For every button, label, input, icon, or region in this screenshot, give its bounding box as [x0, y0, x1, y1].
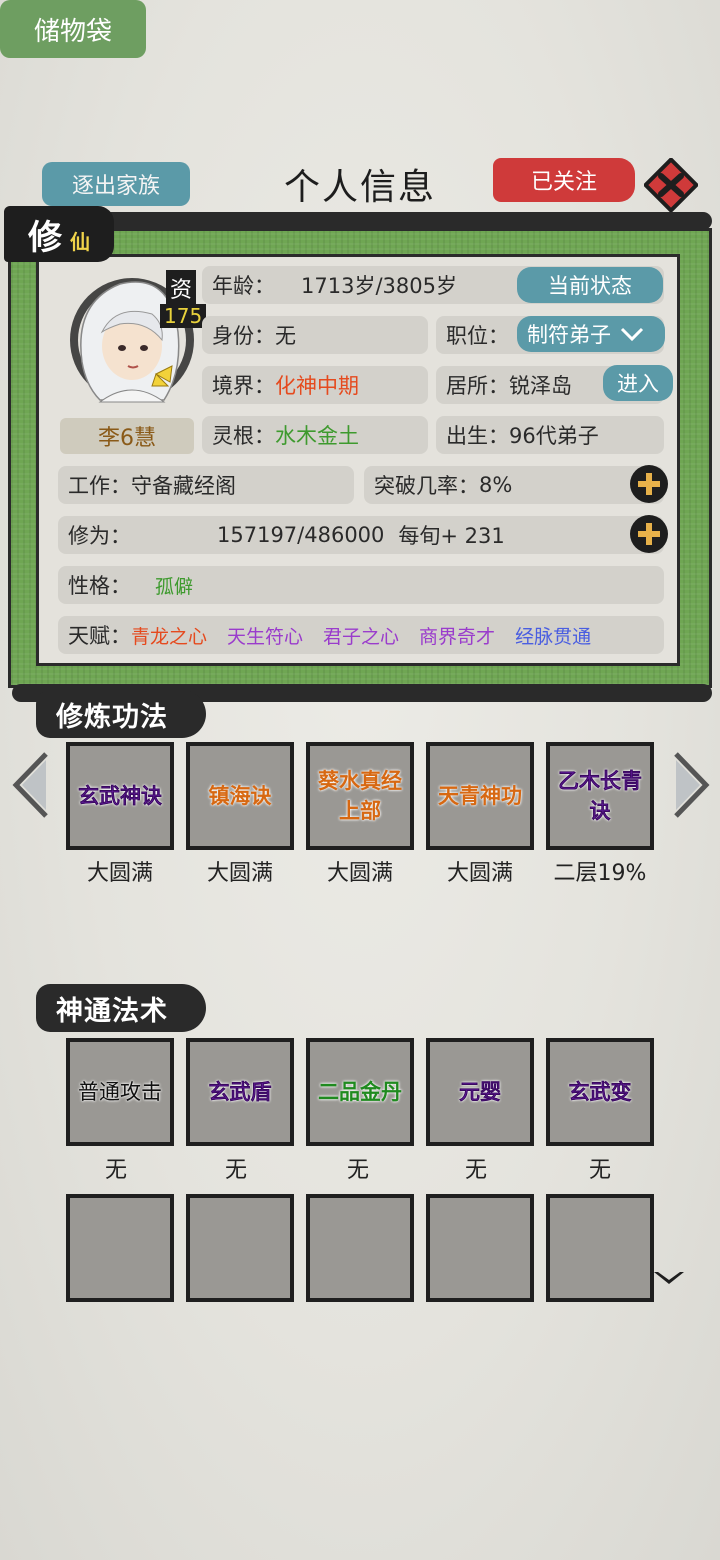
art-slot[interactable]: 玄武盾	[186, 1038, 294, 1146]
technique-level: 二层19%	[553, 861, 647, 886]
age-value: 1713岁/3805岁	[301, 274, 457, 298]
identity-label: 身份：	[212, 324, 275, 348]
expand-down-icon[interactable]	[652, 1268, 686, 1288]
art-slot[interactable]: 元婴	[426, 1038, 534, 1146]
birth-row: 出生： 96代弟子	[436, 416, 664, 454]
cultivation-tag-sub: 仙	[70, 230, 90, 254]
technique-level: 大圆满	[326, 861, 393, 886]
realm-label: 境界：	[212, 374, 275, 398]
personality-label: 性格：	[68, 574, 131, 598]
art-level: 无	[464, 1158, 487, 1183]
art-name: 玄武变	[568, 1080, 632, 1104]
work-value: 守备藏经阁	[131, 474, 236, 498]
techniques-section-title: 修炼功法	[36, 690, 206, 738]
scroll-rod-top	[12, 212, 712, 230]
art-name: 二品金丹	[318, 1080, 402, 1104]
cultivation-value: 157197/486000	[217, 523, 385, 547]
cultivation-row: 修为： 157197/486000 每旬+ 231	[58, 516, 664, 554]
art-slot[interactable]: 二品金丹	[306, 1038, 414, 1146]
birth-value: 96代弟子	[509, 424, 599, 448]
talent-item[interactable]: 天生符心	[227, 622, 303, 649]
position-value: 制符弟子	[527, 323, 611, 347]
spirit-root-value: 水木金土	[275, 424, 359, 448]
realm-value: 化神中期	[275, 374, 359, 398]
chevron-left-icon[interactable]	[10, 750, 54, 820]
art-name: 元婴	[459, 1080, 501, 1104]
residence-value: 锐泽岛	[509, 374, 572, 398]
art-level: 无	[104, 1158, 127, 1183]
technique-name: 镇海诀	[208, 784, 272, 808]
technique-name: 玄武神诀	[78, 784, 162, 808]
art-name: 玄武盾	[208, 1080, 272, 1104]
technique-name: 葵水真经上部	[318, 769, 402, 823]
personality-value: 孤僻	[155, 575, 194, 598]
talent-row: 天赋： 青龙之心 天生符心 君子之心 商界奇才 经脉贯通	[58, 616, 664, 654]
realm-row: 境界： 化神中期	[202, 366, 428, 404]
art-level: 无	[224, 1158, 247, 1183]
cultivation-per-turn: 每旬+ 231	[398, 524, 505, 548]
empty-art-slot[interactable]	[66, 1194, 174, 1302]
technique-level: 大圆满	[206, 861, 273, 886]
technique-slot[interactable]: 葵水真经上部	[306, 742, 414, 850]
work-row: 工作： 守备藏经阁	[58, 466, 354, 504]
cultivation-plus-icon[interactable]	[630, 515, 668, 553]
personality-row: 性格： 孤僻	[58, 566, 664, 604]
technique-slot[interactable]: 乙木长青诀	[546, 742, 654, 850]
follow-button[interactable]: 已关注	[493, 158, 635, 202]
breakthrough-label: 突破几率：	[374, 474, 479, 498]
identity-value: 无	[275, 324, 296, 348]
technique-level: 大圆满	[446, 861, 513, 886]
residence-label: 居所：	[446, 374, 509, 398]
technique-slot[interactable]: 玄武神诀	[66, 742, 174, 850]
cultivation-label: 修为：	[68, 524, 131, 548]
empty-art-slot[interactable]	[186, 1194, 294, 1302]
storage-bag-button[interactable]: 储物袋	[0, 0, 146, 58]
current-status-button[interactable]: 当前状态	[517, 267, 663, 303]
character-name: 李6慧	[60, 418, 194, 454]
art-name: 普通攻击	[78, 1080, 162, 1104]
cultivation-tag-main: 修	[28, 218, 62, 258]
aptitude-label: 资	[166, 270, 197, 306]
empty-art-slot[interactable]	[546, 1194, 654, 1302]
enter-residence-button[interactable]: 进入	[603, 365, 673, 401]
talent-item[interactable]: 君子之心	[323, 622, 399, 649]
technique-name: 乙木长青诀	[558, 769, 642, 823]
talent-label: 天赋：	[68, 624, 131, 648]
technique-name: 天青神功	[438, 784, 522, 808]
spirit-root-row: 灵根： 水木金土	[202, 416, 428, 454]
arts-section-title: 神通法术	[36, 984, 206, 1032]
technique-slot[interactable]: 镇海诀	[186, 742, 294, 850]
talent-item[interactable]: 经脉贯通	[515, 622, 591, 649]
spirit-root-label: 灵根：	[212, 424, 275, 448]
talent-item[interactable]: 商界奇才	[419, 622, 495, 649]
art-slot[interactable]: 普通攻击	[66, 1038, 174, 1146]
chevron-right-icon[interactable]	[668, 750, 712, 820]
position-select[interactable]: 制符弟子	[517, 316, 665, 352]
age-label: 年龄：	[212, 274, 275, 298]
breakthrough-value: 8%	[479, 473, 513, 497]
close-icon[interactable]	[644, 158, 698, 212]
talent-item[interactable]: 青龙之心	[131, 622, 207, 649]
empty-art-slot[interactable]	[426, 1194, 534, 1302]
empty-art-slot[interactable]	[306, 1194, 414, 1302]
position-label: 职位：	[446, 324, 509, 348]
art-level: 无	[588, 1158, 611, 1183]
breakthrough-row: 突破几率： 8%	[364, 466, 664, 504]
identity-row: 身份： 无	[202, 316, 428, 354]
technique-slot[interactable]: 天青神功	[426, 742, 534, 850]
breakthrough-plus-icon[interactable]	[630, 465, 668, 503]
aptitude-value: 175	[160, 304, 207, 328]
birth-label: 出生：	[446, 424, 509, 448]
work-label: 工作：	[68, 474, 131, 498]
art-slot[interactable]: 玄武变	[546, 1038, 654, 1146]
art-level: 无	[346, 1158, 369, 1183]
chevron-down-icon	[620, 327, 644, 342]
technique-level: 大圆满	[86, 861, 153, 886]
